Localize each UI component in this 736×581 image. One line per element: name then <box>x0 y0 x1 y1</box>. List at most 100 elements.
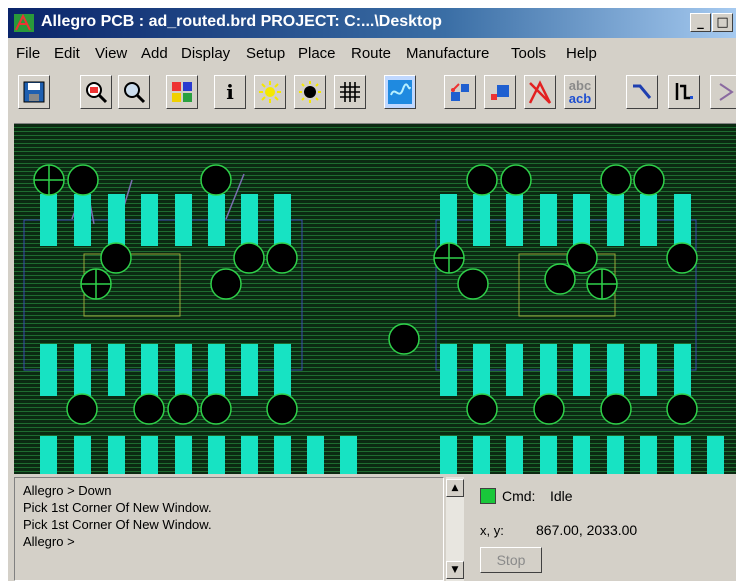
smd-pad <box>175 436 192 474</box>
smd-pad <box>74 436 91 474</box>
smd-pad <box>640 344 657 396</box>
title-bar[interactable]: Allegro PCB : ad_routed.brd PROJECT: C:.… <box>8 8 736 38</box>
command-scrollbar[interactable]: ▲ ▼ <box>446 477 464 581</box>
via <box>200 393 232 425</box>
via <box>633 164 665 196</box>
via <box>388 323 420 355</box>
maximize-button[interactable]: □ <box>712 13 733 32</box>
unrats-button[interactable] <box>384 75 416 109</box>
zoom-fit-button[interactable] <box>80 75 112 109</box>
smd-pad <box>141 194 158 246</box>
smd-pad <box>440 436 457 474</box>
zoom-button[interactable] <box>118 75 150 109</box>
smd-pad <box>440 344 457 396</box>
more-tools-button[interactable] <box>710 75 736 109</box>
smd-pad <box>274 436 291 474</box>
xy-coordinates: 867.00, 2033.00 <box>536 522 638 538</box>
more-icon <box>719 83 734 101</box>
menu-file[interactable]: File <box>16 45 40 62</box>
change-text-button[interactable]: abc acb <box>564 75 596 109</box>
smd-pad <box>108 194 125 246</box>
delete-icon <box>528 80 552 104</box>
component-outline <box>23 219 303 371</box>
swap-pins-icon <box>451 83 469 101</box>
menu-setup[interactable]: Setup <box>246 45 285 62</box>
smd-pad <box>506 436 523 474</box>
menu-view[interactable]: View <box>95 45 127 62</box>
delete-button[interactable] <box>524 75 556 109</box>
stop-button[interactable]: Stop <box>480 547 542 573</box>
smd-pad <box>307 436 324 474</box>
smd-pad <box>108 344 125 396</box>
color-palette-icon <box>172 82 192 102</box>
move-button[interactable] <box>484 75 516 109</box>
command-history-line: Pick 1st Corner Of New Window. <box>23 500 212 515</box>
smd-pad <box>540 436 557 474</box>
smd-pad <box>473 194 490 246</box>
add-connect-button[interactable] <box>626 75 658 109</box>
smd-pad <box>607 344 624 396</box>
scroll-up-icon[interactable]: ▲ <box>446 479 464 497</box>
move-component-icon <box>491 85 509 100</box>
cmd-status-value: Idle <box>550 488 573 504</box>
menu-bar: File Edit View Add Display Setup Place R… <box>8 39 736 67</box>
smd-pad <box>674 436 691 474</box>
light-on-button[interactable] <box>254 75 286 109</box>
via <box>100 242 132 274</box>
unrats-icon <box>388 80 412 104</box>
smd-pad <box>141 436 158 474</box>
smd-pad <box>340 436 357 474</box>
text-acb-glyph: acb <box>568 91 592 106</box>
menu-route[interactable]: Route <box>351 45 391 62</box>
smd-pad <box>241 194 258 246</box>
toolbar: i abc acb <box>8 69 736 121</box>
smd-pad <box>141 344 158 396</box>
smd-pad <box>208 344 225 396</box>
slide-button[interactable] <box>668 75 700 109</box>
menu-place[interactable]: Place <box>298 45 336 62</box>
pcb-canvas[interactable] <box>14 123 736 474</box>
smd-pad <box>573 344 590 396</box>
via <box>133 393 165 425</box>
command-history-line: Allegro > Down <box>23 483 112 498</box>
via <box>533 393 565 425</box>
command-window[interactable]: Allegro > Down Pick 1st Corner Of New Wi… <box>14 477 444 581</box>
smd-pad <box>274 194 291 246</box>
zoom-fit-icon <box>86 82 108 104</box>
smd-pad <box>175 344 192 396</box>
via <box>666 393 698 425</box>
save-icon <box>23 81 45 103</box>
smd-pad <box>40 194 57 246</box>
smd-pad <box>573 194 590 246</box>
command-history-line: Pick 1st Corner Of New Window. <box>23 517 212 532</box>
menu-edit[interactable]: Edit <box>54 45 80 62</box>
slide-icon <box>675 83 693 100</box>
light-off-button[interactable] <box>294 75 326 109</box>
menu-add[interactable]: Add <box>141 45 168 62</box>
smd-pad <box>473 344 490 396</box>
color-button[interactable] <box>166 75 198 109</box>
via <box>66 393 98 425</box>
menu-display[interactable]: Display <box>181 45 230 62</box>
window-title: Allegro PCB : ad_routed.brd PROJECT: C:.… <box>41 13 442 30</box>
info-button[interactable]: i <box>214 75 246 109</box>
via <box>266 242 298 274</box>
menu-help[interactable]: Help <box>566 45 597 62</box>
smd-pad <box>208 436 225 474</box>
smd-pad <box>74 194 91 246</box>
smd-pad <box>674 194 691 246</box>
info-icon: i <box>226 80 234 104</box>
menu-manufacture[interactable]: Manufacture <box>406 45 489 62</box>
scroll-down-icon[interactable]: ▼ <box>446 561 464 579</box>
smd-pad <box>506 194 523 246</box>
menu-tools[interactable]: Tools <box>511 45 546 62</box>
save-button[interactable] <box>18 75 50 109</box>
smd-pad <box>108 436 125 474</box>
swap-pins-button[interactable] <box>444 75 476 109</box>
smd-pad <box>473 436 490 474</box>
via <box>210 268 242 300</box>
status-panel: Cmd: Idle x, y: 867.00, 2033.00 Stop <box>470 477 736 581</box>
smd-pad <box>74 344 91 396</box>
grid-button[interactable] <box>334 75 366 109</box>
minimize-button[interactable]: _ <box>690 13 711 32</box>
